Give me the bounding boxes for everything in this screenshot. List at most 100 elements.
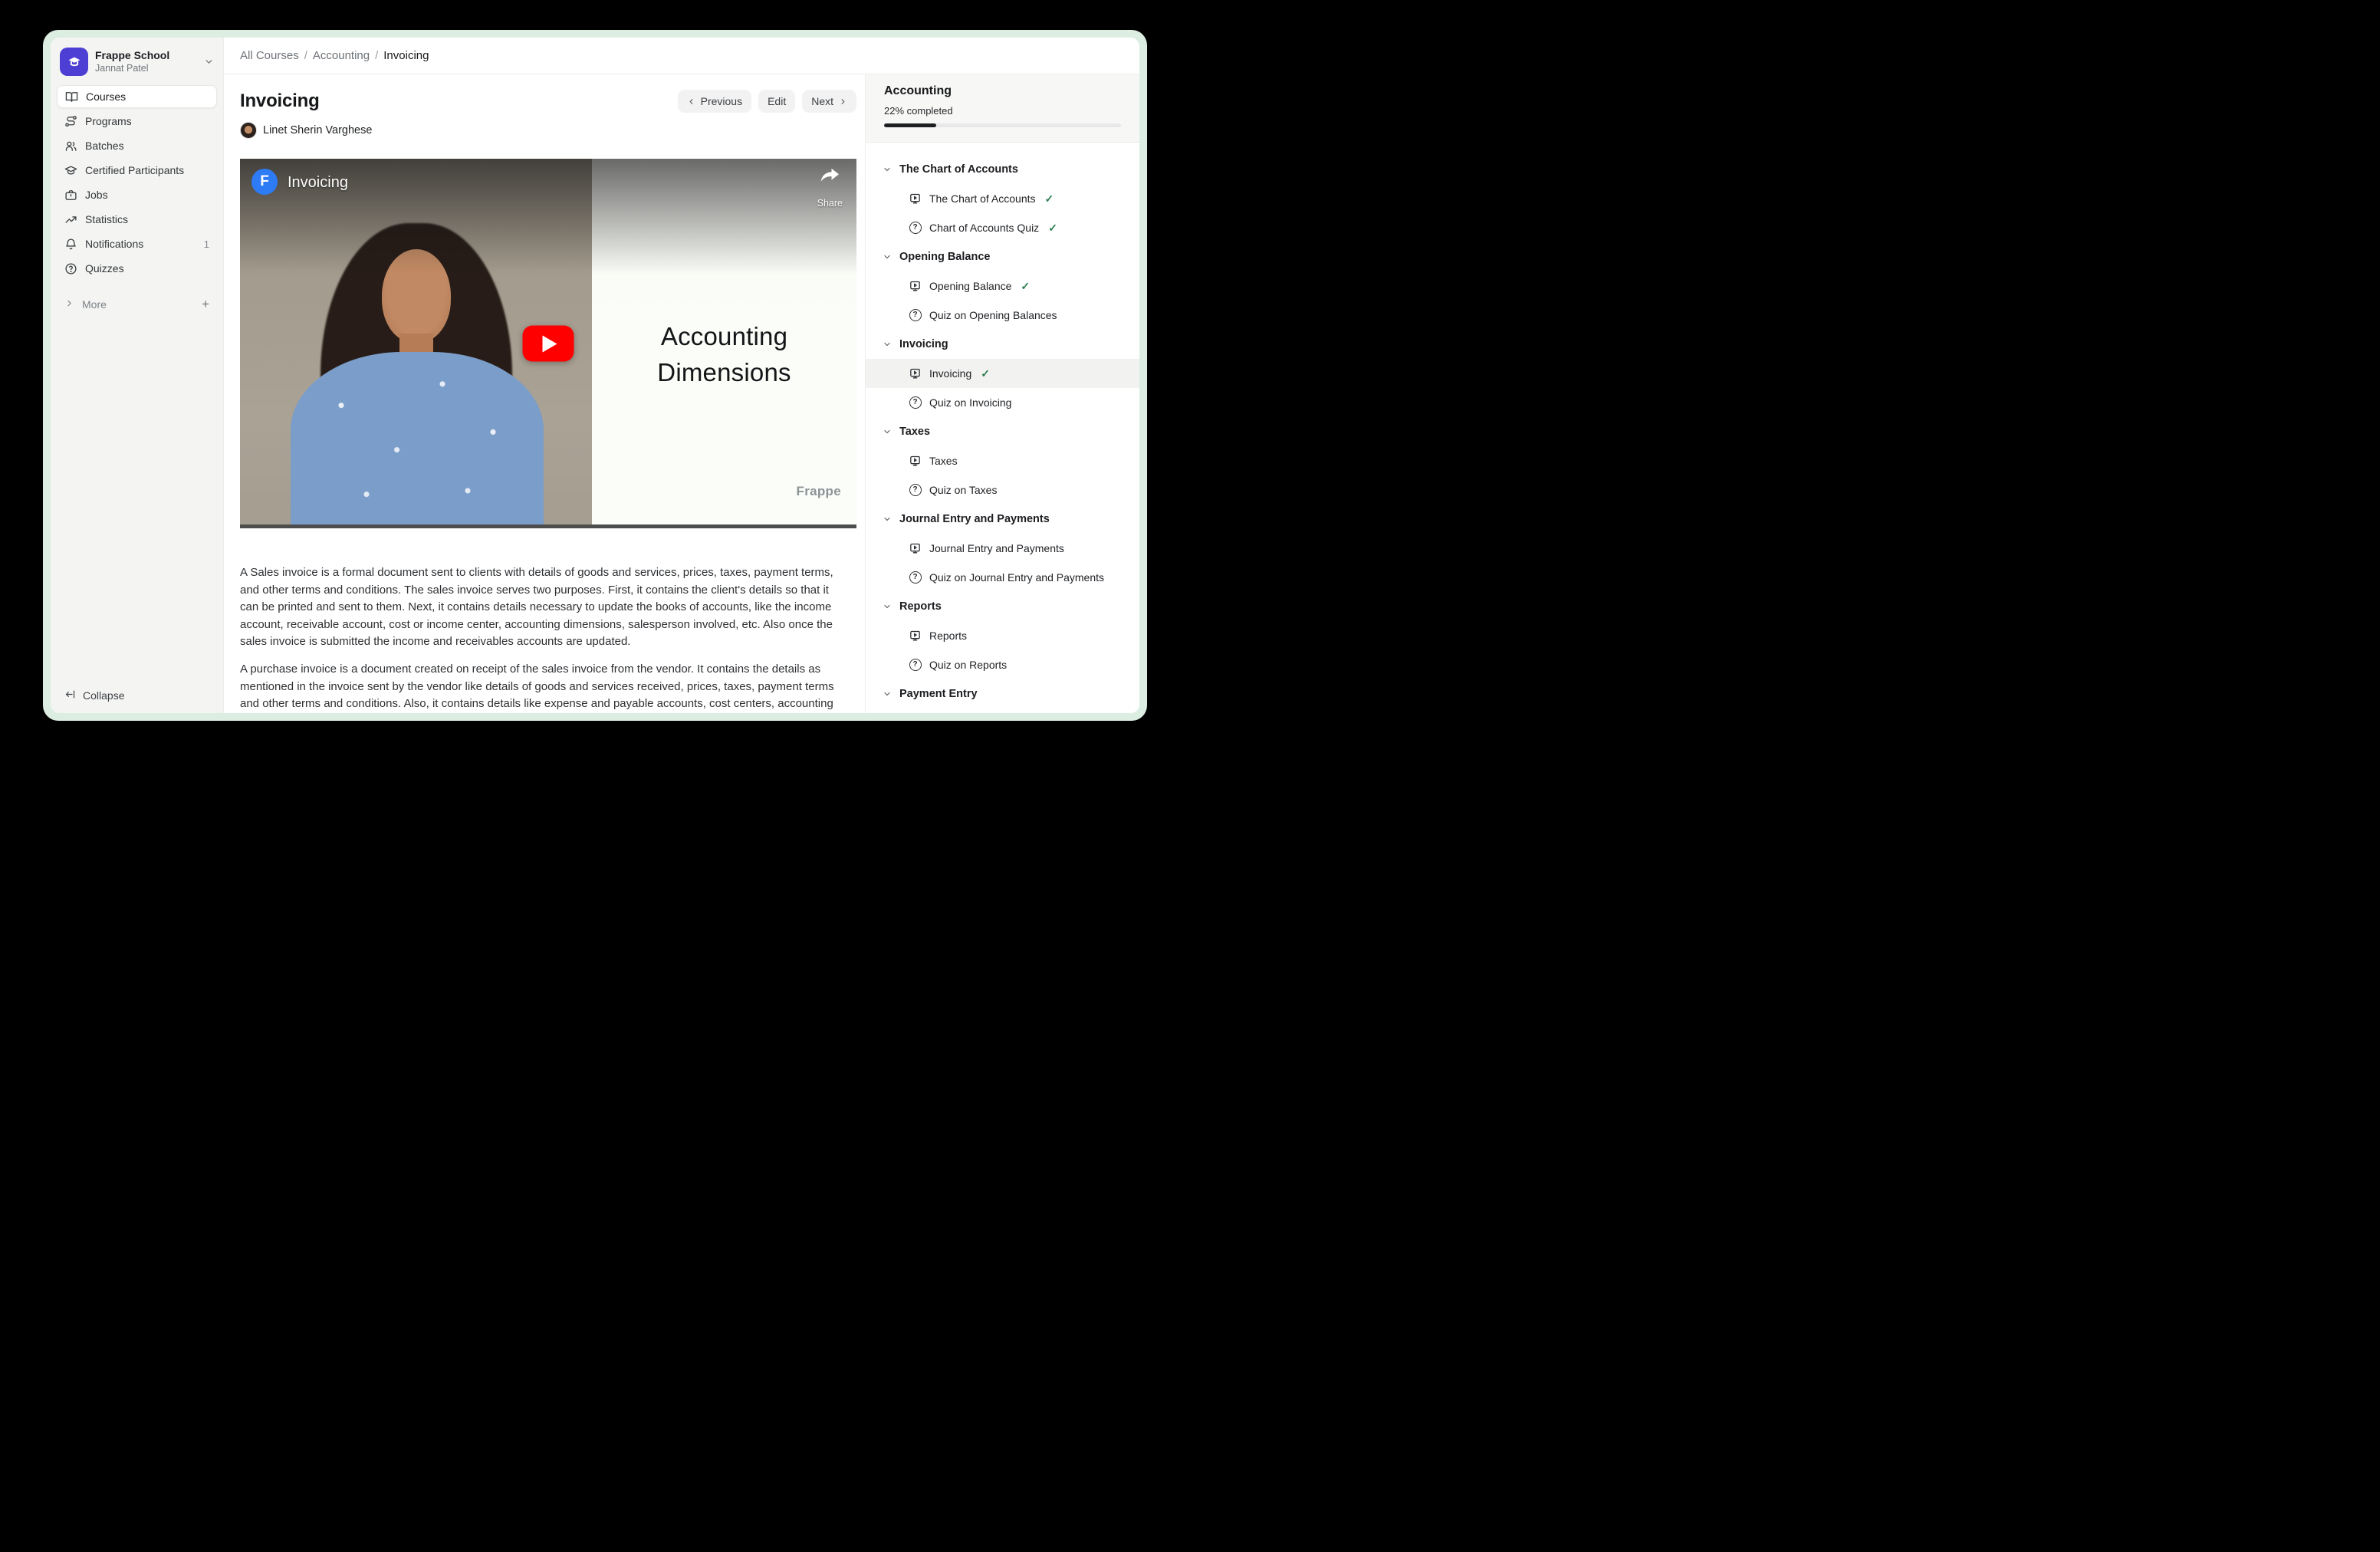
outline-item-label: Invoicing xyxy=(929,367,971,380)
video-lesson-icon xyxy=(909,280,922,293)
author-row: Linet Sherin Varghese xyxy=(240,122,856,139)
chevron-down-icon xyxy=(883,689,892,699)
quiz-icon: ? xyxy=(909,222,922,234)
progress-label: 22% completed xyxy=(884,105,1121,117)
frappe-watermark: Frappe xyxy=(797,484,841,499)
outline-section-title: Taxes xyxy=(899,426,930,438)
more-label: More xyxy=(82,298,107,311)
outline-section-row[interactable]: The Chart of Accounts xyxy=(866,155,1139,184)
sidebar-item-label: Batches xyxy=(85,140,124,152)
check-icon: ✓ xyxy=(1048,222,1057,235)
play-button[interactable] xyxy=(523,326,574,362)
outline-item-label: Taxes xyxy=(929,455,958,467)
quiz-icon: ? xyxy=(909,659,922,671)
outline-item-label: Opening Balance xyxy=(929,280,1011,292)
author-avatar xyxy=(240,122,257,139)
outline-item-row[interactable]: Opening Balance ✓ xyxy=(866,271,1139,301)
chevron-down-icon xyxy=(204,57,214,67)
bell-icon xyxy=(64,238,77,251)
chevron-left-icon xyxy=(687,97,695,106)
slide-title: Accounting Dimensions xyxy=(592,318,856,390)
outline-item-label: Quiz on Journal Entry and Payments xyxy=(929,571,1104,584)
outline-item-row[interactable]: ?Quiz on Journal Entry and Payments xyxy=(866,563,1139,592)
chevron-down-icon xyxy=(883,165,892,174)
outline-item-row[interactable]: Payment Entry✓ xyxy=(866,709,1139,713)
video-title-overlay[interactable]: Invoicing xyxy=(288,174,348,192)
book-open-icon xyxy=(65,90,78,104)
outline-section-row[interactable]: Invoicing xyxy=(866,330,1139,359)
briefcase-icon xyxy=(64,189,77,202)
outline-item-row[interactable]: Taxes xyxy=(866,446,1139,475)
sidebar-item-label: Quizzes xyxy=(85,262,124,275)
share-button[interactable]: Share xyxy=(817,168,843,209)
quiz-icon: ? xyxy=(909,309,922,321)
sidebar-item-notifications[interactable]: Notifications 1 xyxy=(57,232,217,255)
video-progress-bar[interactable] xyxy=(240,524,856,528)
sidebar-item-jobs[interactable]: Jobs xyxy=(57,183,217,206)
edit-button[interactable]: Edit xyxy=(758,90,795,113)
sidebar-item-programs[interactable]: Programs xyxy=(57,110,217,133)
check-icon: ✓ xyxy=(981,367,990,380)
outline-item-row[interactable]: The Chart of Accounts✓ xyxy=(866,184,1139,213)
outline-item-label: Reports xyxy=(929,630,967,642)
outline-item-row[interactable]: Journal Entry and Payments xyxy=(866,534,1139,563)
outline-item-label: Chart of Accounts Quiz xyxy=(929,222,1039,234)
chevron-down-icon xyxy=(883,340,892,349)
breadcrumb-accounting[interactable]: Accounting xyxy=(313,49,370,62)
previous-button[interactable]: Previous xyxy=(678,90,751,113)
quiz-icon: ? xyxy=(909,484,922,496)
play-icon xyxy=(543,335,557,352)
graduation-cap-icon xyxy=(66,54,83,71)
collapse-label: Collapse xyxy=(83,689,124,702)
lesson-main: Invoicing Previous Edit Next xyxy=(224,74,865,713)
outline-section-row[interactable]: Reports xyxy=(866,592,1139,621)
outline-section-row[interactable]: Opening Balance xyxy=(866,242,1139,271)
quiz-icon: ? xyxy=(909,396,922,409)
frappe-school-app: Frappe School Jannat Patel Courses Progr… xyxy=(51,38,1139,713)
outline-item-label: Quiz on Opening Balances xyxy=(929,309,1057,321)
outline-section-row[interactable]: Payment Entry xyxy=(866,679,1139,709)
outline-item-row[interactable]: ? Chart of Accounts Quiz ✓ xyxy=(866,213,1139,242)
users-icon xyxy=(64,140,77,153)
check-icon: ✓ xyxy=(1021,280,1030,293)
sidebar-item-statistics[interactable]: Statistics xyxy=(57,208,217,231)
content-area: All Courses / Accounting / Invoicing Inv… xyxy=(224,38,1139,713)
breadcrumb-all-courses[interactable]: All Courses xyxy=(240,49,299,62)
sidebar-item-batches[interactable]: Batches xyxy=(57,134,217,157)
app-window: Frappe School Jannat Patel Courses Progr… xyxy=(43,30,1147,721)
collapse-icon xyxy=(64,689,76,702)
sidebar-item-label: Courses xyxy=(86,90,126,103)
trending-up-icon xyxy=(64,213,77,226)
outline-section-row[interactable]: Journal Entry and Payments xyxy=(866,505,1139,534)
video-player[interactable]: Accounting Dimensions Frappe F Invoicing… xyxy=(240,159,856,528)
outline-section-row[interactable]: Taxes xyxy=(866,417,1139,446)
collapse-sidebar-button[interactable]: Collapse xyxy=(64,689,124,702)
add-icon[interactable]: + xyxy=(202,297,209,312)
chevron-down-icon xyxy=(883,515,892,524)
outline-item-row[interactable]: ?Quiz on Taxes xyxy=(866,475,1139,505)
outline-section-title: The Chart of Accounts xyxy=(899,163,1018,176)
outline-list: The Chart of Accounts The Chart of Accoun… xyxy=(866,143,1139,713)
sidebar-item-quizzes[interactable]: Quizzes xyxy=(57,257,217,280)
sidebar-item-label: Certified Participants xyxy=(85,164,184,176)
user-name: Jannat Patel xyxy=(95,62,197,74)
next-button[interactable]: Next xyxy=(802,90,856,113)
sidebar-item-label: Jobs xyxy=(85,189,108,201)
help-circle-icon xyxy=(64,262,77,275)
outline-item-row[interactable]: ? Quiz on Opening Balances xyxy=(866,301,1139,330)
author-name: Linet Sherin Varghese xyxy=(263,124,372,136)
course-title: Accounting xyxy=(884,84,1121,98)
outline-item-row[interactable]: ?Quiz on Reports xyxy=(866,650,1139,679)
share-icon xyxy=(820,168,840,183)
video-lesson-icon xyxy=(909,630,922,643)
sidebar-item-certified-participants[interactable]: Certified Participants xyxy=(57,159,217,182)
outline-item-row[interactable]: Reports xyxy=(866,621,1139,650)
workspace-switcher[interactable]: Frappe School Jannat Patel xyxy=(57,46,217,85)
outline-item-row[interactable]: ?Quiz on Invoicing xyxy=(866,388,1139,417)
sidebar-item-courses[interactable]: Courses xyxy=(57,85,217,108)
breadcrumb: All Courses / Accounting / Invoicing xyxy=(224,38,1139,74)
video-lesson-icon xyxy=(909,367,922,380)
sidebar-more-toggle[interactable]: More + xyxy=(57,294,217,315)
outline-item-row[interactable]: Invoicing ✓ xyxy=(866,359,1139,388)
channel-avatar[interactable]: F xyxy=(251,169,278,195)
